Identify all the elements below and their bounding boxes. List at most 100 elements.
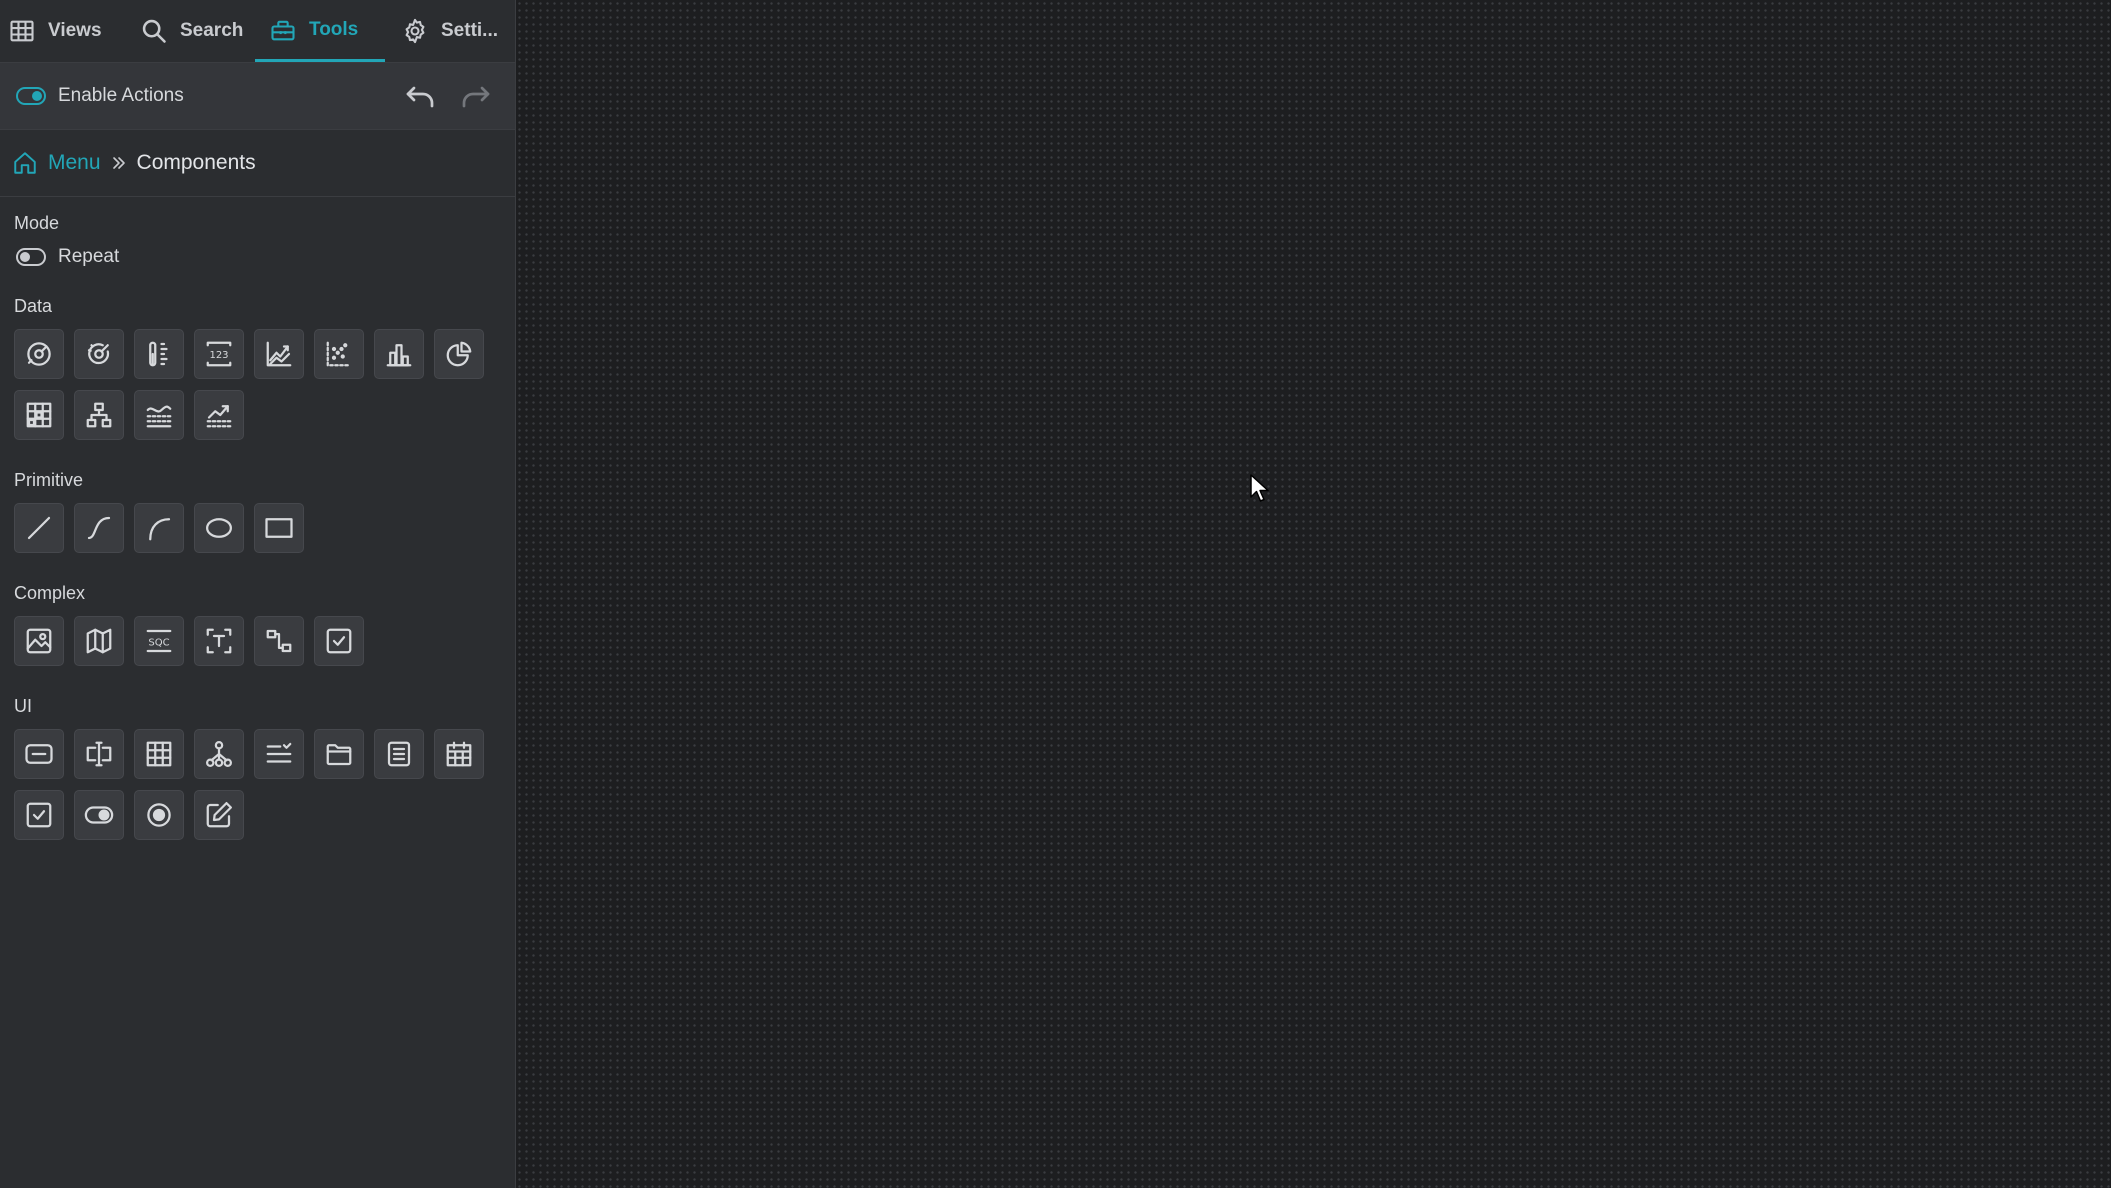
gauge-tool[interactable]	[14, 329, 64, 379]
ellipse-tool[interactable]	[194, 503, 244, 553]
redo-button[interactable]	[458, 79, 494, 115]
text-input-tool[interactable]	[74, 729, 124, 779]
line-tool[interactable]	[14, 503, 64, 553]
map-tool[interactable]	[74, 616, 124, 666]
tab-tools-label: Tools	[309, 18, 359, 40]
threshold-chart-tool[interactable]	[134, 390, 184, 440]
tree-tool[interactable]	[74, 390, 124, 440]
line-chart-icon	[266, 341, 292, 367]
edit-tool[interactable]	[194, 790, 244, 840]
primitive-tools-grid	[14, 503, 515, 553]
checkbox-icon	[26, 802, 52, 828]
numeric-display-icon: 123	[206, 341, 232, 367]
tab-tools[interactable]: Tools	[255, 0, 385, 62]
table-tool[interactable]	[134, 729, 184, 779]
tab-views-label: Views	[48, 20, 102, 41]
ellipse-icon	[206, 518, 232, 538]
slider-gauge-tool[interactable]	[134, 329, 184, 379]
repeat-toggle[interactable]	[16, 248, 46, 266]
bar-chart-icon	[386, 344, 412, 367]
list-icon	[387, 741, 411, 767]
line-chart-tool[interactable]	[254, 329, 304, 379]
breadcrumb: Menu Components	[0, 130, 515, 197]
rectangle-tool[interactable]	[254, 503, 304, 553]
table-icon	[146, 741, 172, 767]
edit-icon	[206, 802, 232, 828]
grid-icon	[10, 20, 34, 42]
mode-row: Repeat	[14, 246, 515, 268]
sqc-tool[interactable]: SQC	[134, 616, 184, 666]
dropdown-tool[interactable]	[254, 729, 304, 779]
curve-tool[interactable]	[74, 503, 124, 553]
scatter-chart-icon	[326, 341, 352, 367]
arc-tool[interactable]	[134, 503, 184, 553]
tab-bar: Views Search Tools Setti...	[0, 0, 515, 62]
image-icon	[26, 628, 52, 654]
home-icon[interactable]	[12, 150, 38, 176]
chevron-double-right-icon	[101, 155, 137, 171]
text-box-tool[interactable]	[194, 616, 244, 666]
radial-gauge-icon	[87, 343, 110, 365]
tree-icon	[86, 402, 112, 428]
pie-chart-icon	[446, 341, 472, 367]
calendar-icon	[446, 741, 472, 767]
components-body: Mode Repeat Data 123 Primitive Complex S…	[0, 197, 515, 840]
canvas[interactable]	[516, 0, 2111, 1188]
tab-settings[interactable]: Setti...	[385, 0, 515, 62]
toggle-tool[interactable]	[74, 790, 124, 840]
sqc-icon: SQC	[146, 629, 172, 653]
heatmap-tool[interactable]	[14, 390, 64, 440]
checklist-icon	[326, 628, 352, 654]
connector-icon	[266, 629, 292, 653]
list-tool[interactable]	[374, 729, 424, 779]
primitive-section-title: Primitive	[14, 470, 84, 490]
data-section-title: Data	[14, 296, 53, 316]
checklist-tool[interactable]	[314, 616, 364, 666]
trend-chart-tool[interactable]	[194, 390, 244, 440]
radio-tool[interactable]	[134, 790, 184, 840]
breadcrumb-current: Components	[136, 151, 256, 174]
bar-chart-tool[interactable]	[374, 329, 424, 379]
gauge-icon	[27, 342, 51, 366]
button-tool[interactable]	[14, 729, 64, 779]
tab-search-label: Search	[180, 20, 244, 41]
checkbox-tool[interactable]	[14, 790, 64, 840]
hierarchy-tool[interactable]	[194, 729, 244, 779]
data-tools-grid: 123	[14, 329, 515, 440]
folder-tool[interactable]	[314, 729, 364, 779]
radial-gauge-tool[interactable]	[74, 329, 124, 379]
curve-icon	[87, 516, 111, 540]
enable-actions-label: Enable Actions	[58, 85, 184, 106]
image-tool[interactable]	[14, 616, 64, 666]
numeric-display-tool[interactable]: 123	[194, 329, 244, 379]
enable-actions-toggle[interactable]	[16, 87, 46, 105]
tab-settings-label: Setti...	[441, 20, 499, 41]
slider-gauge-icon	[149, 341, 168, 367]
tab-views[interactable]: Views	[0, 0, 130, 62]
radio-icon	[147, 803, 171, 827]
tab-search[interactable]: Search	[130, 0, 255, 62]
search-icon	[142, 19, 166, 43]
mouse-cursor-icon	[1250, 474, 1269, 502]
mode-title: Mode	[14, 213, 60, 233]
threshold-chart-icon	[146, 405, 172, 428]
calendar-tool[interactable]	[434, 729, 484, 779]
arc-icon	[149, 518, 171, 541]
heatmap-icon	[26, 402, 52, 428]
undo-button[interactable]	[402, 79, 438, 115]
toolbox-icon	[271, 20, 295, 40]
trend-chart-icon	[206, 405, 232, 428]
breadcrumb-menu-link[interactable]: Menu	[48, 151, 101, 175]
ui-tools-grid	[14, 729, 515, 840]
repeat-label: Repeat	[58, 246, 120, 267]
folder-icon	[326, 744, 352, 766]
numeric-display-text: 123	[209, 350, 228, 361]
connector-tool[interactable]	[254, 616, 304, 666]
rectangle-icon	[265, 518, 293, 538]
dropdown-icon	[266, 742, 292, 763]
button-icon	[25, 744, 53, 764]
scatter-chart-tool[interactable]	[314, 329, 364, 379]
complex-section-title: Complex	[14, 583, 86, 603]
pie-chart-tool[interactable]	[434, 329, 484, 379]
actions-bar: Enable Actions	[0, 62, 515, 130]
